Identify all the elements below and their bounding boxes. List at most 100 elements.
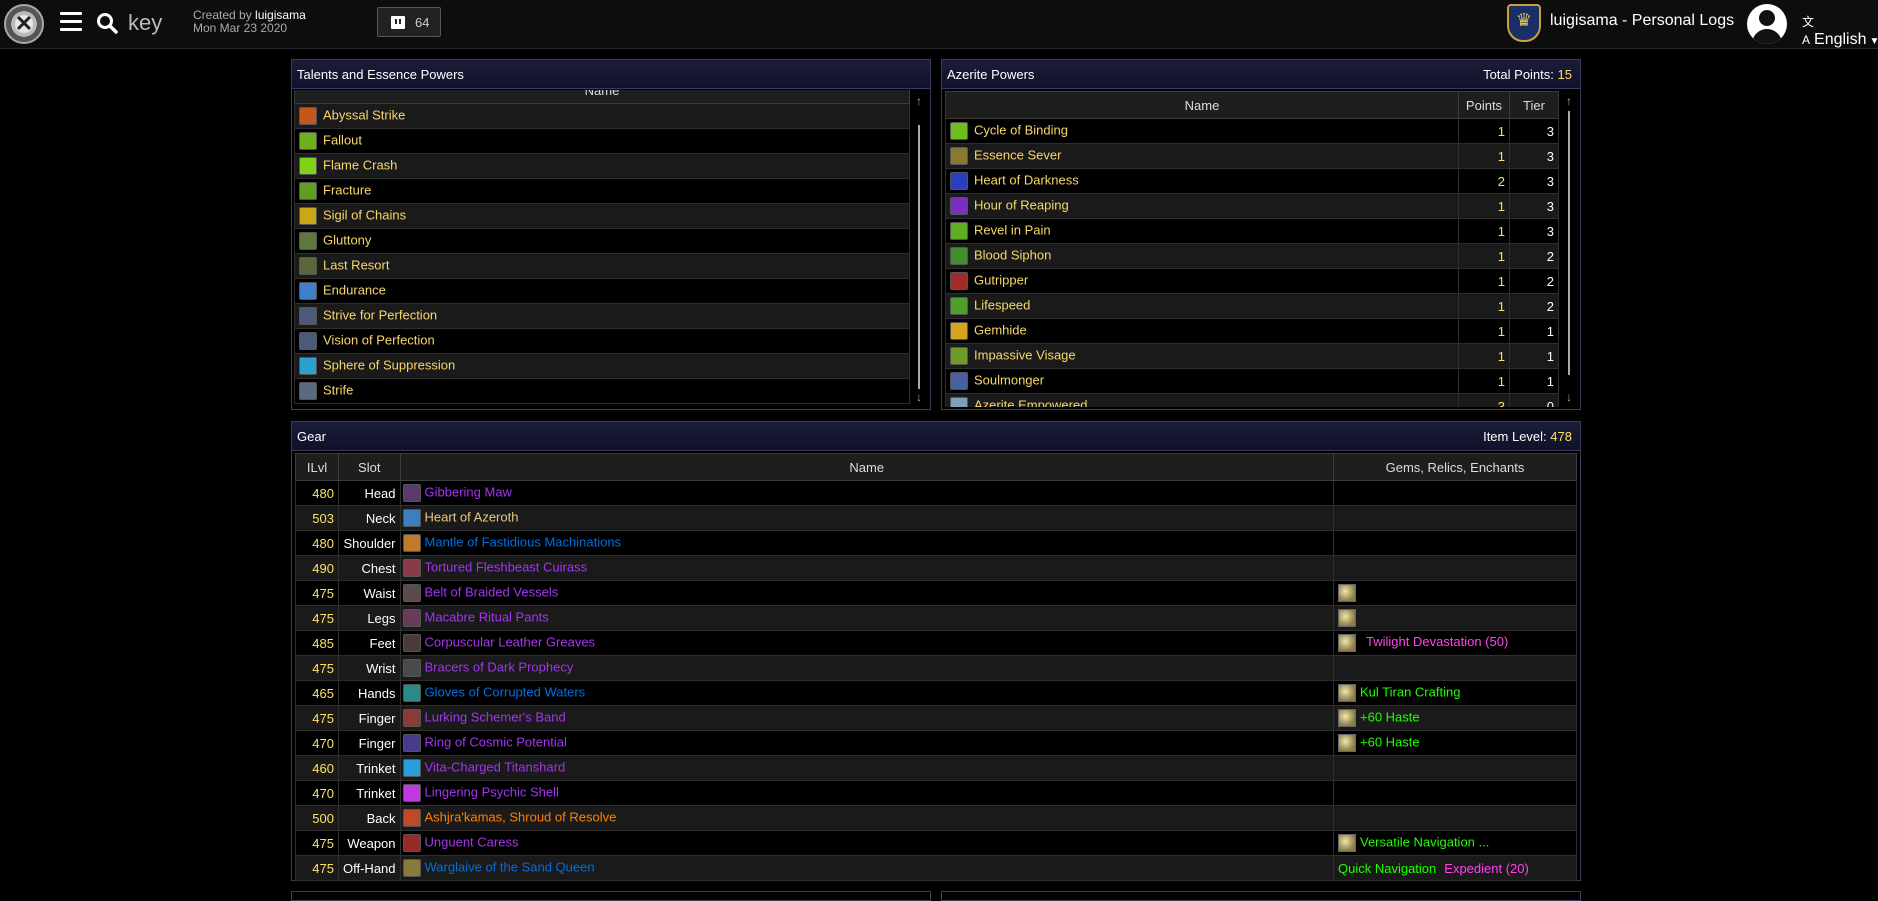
enchant-link[interactable]: Twilight Devastation (50) bbox=[1366, 634, 1508, 649]
azerite-power-link[interactable]: Gemhide bbox=[974, 322, 1027, 337]
item-name-link[interactable]: Unguent Caress bbox=[425, 834, 519, 849]
gem-icon[interactable] bbox=[1338, 734, 1356, 752]
talent-name-link[interactable]: Fracture bbox=[323, 182, 371, 197]
azerite-power-link[interactable]: Essence Sever bbox=[974, 147, 1061, 162]
item-icon[interactable] bbox=[403, 484, 421, 502]
item-icon[interactable] bbox=[403, 509, 421, 527]
azerite-power-link[interactable]: Cycle of Binding bbox=[974, 122, 1068, 137]
scroll-up-icon[interactable]: ↑ bbox=[1562, 95, 1576, 107]
talents-scrollbar[interactable]: ↑ ↓ bbox=[912, 95, 926, 405]
azerite-power-link[interactable]: Heart of Darkness bbox=[974, 172, 1079, 187]
enchant-link[interactable]: Quick Navigation bbox=[1338, 861, 1436, 876]
item-name-link[interactable]: Macabre Ritual Pants bbox=[425, 609, 549, 624]
azerite-power-link[interactable]: Soulmonger bbox=[974, 372, 1044, 387]
gem-icon[interactable] bbox=[1338, 609, 1356, 627]
talent-name-link[interactable]: Endurance bbox=[323, 282, 386, 297]
scroll-down-icon[interactable]: ↓ bbox=[912, 391, 926, 403]
column-header-tier[interactable]: Tier bbox=[1510, 92, 1559, 119]
enchant-link[interactable]: +60 Haste bbox=[1360, 734, 1420, 749]
talent-icon[interactable] bbox=[299, 257, 317, 275]
azerite-power-icon[interactable] bbox=[950, 247, 968, 265]
column-header-slot[interactable]: Slot bbox=[339, 454, 401, 481]
talent-name-link[interactable]: Sigil of Chains bbox=[323, 207, 406, 222]
column-header-points[interactable]: Points bbox=[1459, 92, 1510, 119]
azerite-power-icon[interactable] bbox=[950, 322, 968, 340]
gem-icon[interactable] bbox=[1338, 584, 1356, 602]
twitch-button[interactable]: 64 bbox=[377, 7, 441, 37]
talent-name-link[interactable]: Strive for Perfection bbox=[323, 307, 437, 322]
scrollbar-thumb[interactable] bbox=[1568, 111, 1570, 375]
gem-icon[interactable] bbox=[1338, 709, 1356, 727]
talent-name-link[interactable]: Fallout bbox=[323, 132, 362, 147]
azerite-power-link[interactable]: Azerite Empowered bbox=[974, 397, 1087, 407]
site-logo-icon[interactable] bbox=[4, 4, 44, 44]
azerite-power-icon[interactable] bbox=[950, 197, 968, 215]
column-header-name[interactable]: Name bbox=[946, 92, 1459, 119]
item-name-link[interactable]: Warglaive of the Sand Queen bbox=[425, 859, 595, 874]
gem-icon[interactable] bbox=[1338, 834, 1356, 852]
talent-name-link[interactable]: Strife bbox=[323, 382, 353, 397]
scroll-down-icon[interactable]: ↓ bbox=[1562, 391, 1576, 403]
item-name-link[interactable]: Tortured Fleshbeast Cuirass bbox=[425, 559, 588, 574]
azerite-power-icon[interactable] bbox=[950, 147, 968, 165]
column-header-ilvl[interactable]: ILvl bbox=[296, 454, 339, 481]
azerite-power-icon[interactable] bbox=[950, 347, 968, 365]
item-icon[interactable] bbox=[403, 584, 421, 602]
scrollbar-thumb[interactable] bbox=[918, 125, 920, 389]
azerite-scrollbar[interactable]: ↑ ↓ bbox=[1562, 95, 1576, 405]
talents-table-viewport[interactable]: Name Abyssal StrikeFalloutFlame CrashFra… bbox=[294, 90, 910, 406]
user-avatar[interactable] bbox=[1747, 4, 1787, 44]
item-name-link[interactable]: Vita-Charged Titanshard bbox=[425, 759, 566, 774]
talent-icon[interactable] bbox=[299, 307, 317, 325]
azerite-power-icon[interactable] bbox=[950, 172, 968, 190]
guild-crest-icon[interactable] bbox=[1507, 4, 1541, 42]
azerite-power-icon[interactable] bbox=[950, 222, 968, 240]
enchant-link[interactable]: Versatile Navigation ... bbox=[1360, 834, 1489, 849]
talent-name-link[interactable]: Abyssal Strike bbox=[323, 107, 405, 122]
azerite-power-link[interactable]: Blood Siphon bbox=[974, 247, 1051, 262]
item-name-link[interactable]: Corpuscular Leather Greaves bbox=[425, 634, 596, 649]
talent-name-link[interactable]: Last Resort bbox=[323, 257, 389, 272]
item-icon[interactable] bbox=[403, 709, 421, 727]
search-icon[interactable] bbox=[96, 12, 118, 34]
item-icon[interactable] bbox=[403, 834, 421, 852]
talent-icon[interactable] bbox=[299, 382, 317, 400]
scroll-up-icon[interactable]: ↑ bbox=[912, 95, 926, 107]
column-header-name[interactable]: Name bbox=[400, 454, 1333, 481]
item-name-link[interactable]: Gloves of Corrupted Waters bbox=[425, 684, 586, 699]
item-icon[interactable] bbox=[403, 759, 421, 777]
enchant-link[interactable]: Expedient (20) bbox=[1444, 861, 1529, 876]
created-user[interactable]: luigisama bbox=[255, 8, 306, 22]
azerite-power-link[interactable]: Hour of Reaping bbox=[974, 197, 1069, 212]
item-name-link[interactable]: Lingering Psychic Shell bbox=[425, 784, 559, 799]
item-name-link[interactable]: Ashjra'kamas, Shroud of Resolve bbox=[425, 809, 617, 824]
column-header-name[interactable]: Name bbox=[295, 90, 910, 104]
item-icon[interactable] bbox=[403, 684, 421, 702]
item-icon[interactable] bbox=[403, 734, 421, 752]
item-icon[interactable] bbox=[403, 659, 421, 677]
item-name-link[interactable]: Bracers of Dark Prophecy bbox=[425, 659, 574, 674]
item-name-link[interactable]: Ring of Cosmic Potential bbox=[425, 734, 567, 749]
gem-icon[interactable] bbox=[1338, 634, 1356, 652]
talent-name-link[interactable]: Gluttony bbox=[323, 232, 371, 247]
item-name-link[interactable]: Mantle of Fastidious Machinations bbox=[425, 534, 622, 549]
item-icon[interactable] bbox=[403, 609, 421, 627]
azerite-power-icon[interactable] bbox=[950, 272, 968, 290]
item-name-link[interactable]: Gibbering Maw bbox=[425, 484, 512, 499]
talent-icon[interactable] bbox=[299, 357, 317, 375]
column-header-gems[interactable]: Gems, Relics, Enchants bbox=[1334, 454, 1577, 481]
search-input[interactable] bbox=[128, 8, 184, 38]
item-icon[interactable] bbox=[403, 784, 421, 802]
talent-icon[interactable] bbox=[299, 332, 317, 350]
talent-icon[interactable] bbox=[299, 107, 317, 125]
talent-icon[interactable] bbox=[299, 157, 317, 175]
enchant-link[interactable]: Kul Tiran Crafting bbox=[1360, 684, 1460, 699]
language-selector[interactable]: 文AEnglish▼ bbox=[1802, 13, 1878, 49]
item-name-link[interactable]: Heart of Azeroth bbox=[425, 509, 519, 524]
guild-title[interactable]: luigisama - Personal Logs bbox=[1550, 12, 1734, 30]
talent-name-link[interactable]: Vision of Perfection bbox=[323, 332, 435, 347]
azerite-power-icon[interactable] bbox=[950, 397, 968, 407]
item-name-link[interactable]: Lurking Schemer's Band bbox=[425, 709, 566, 724]
talent-icon[interactable] bbox=[299, 207, 317, 225]
enchant-link[interactable]: +60 Haste bbox=[1360, 709, 1420, 724]
